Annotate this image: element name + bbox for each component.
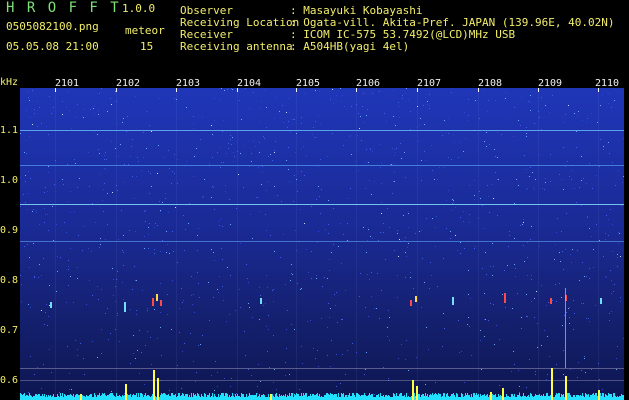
app-title: H R O F F T	[6, 0, 121, 16]
app-version: 1.0.0	[122, 2, 156, 15]
y-tick-label: 0.7	[0, 325, 19, 336]
y-tick-label: 0.6	[0, 375, 19, 386]
x-axis-strip	[20, 78, 624, 88]
date-time: 05.05.08 21:00	[6, 40, 99, 53]
antenna-label: Receiving antenna	[180, 40, 293, 53]
spectrogram	[20, 88, 624, 400]
y-tick-label: 1.0	[0, 175, 19, 186]
y-tick-label: 0.9	[0, 225, 19, 236]
right-border-strip	[624, 78, 629, 400]
meteor-count: 15	[140, 40, 154, 53]
y-axis-unit: kHz	[0, 77, 19, 88]
y-tick-label: 0.8	[0, 275, 19, 286]
meteor-label: meteor	[125, 24, 165, 37]
y-tick-label: 1.1	[0, 125, 19, 136]
file-name: 0505082100.png	[6, 20, 99, 33]
spectrogram-canvas	[20, 88, 624, 400]
spectrogram-background	[20, 88, 624, 400]
antenna-value: : A504HB(yagi 4el)	[290, 40, 410, 53]
